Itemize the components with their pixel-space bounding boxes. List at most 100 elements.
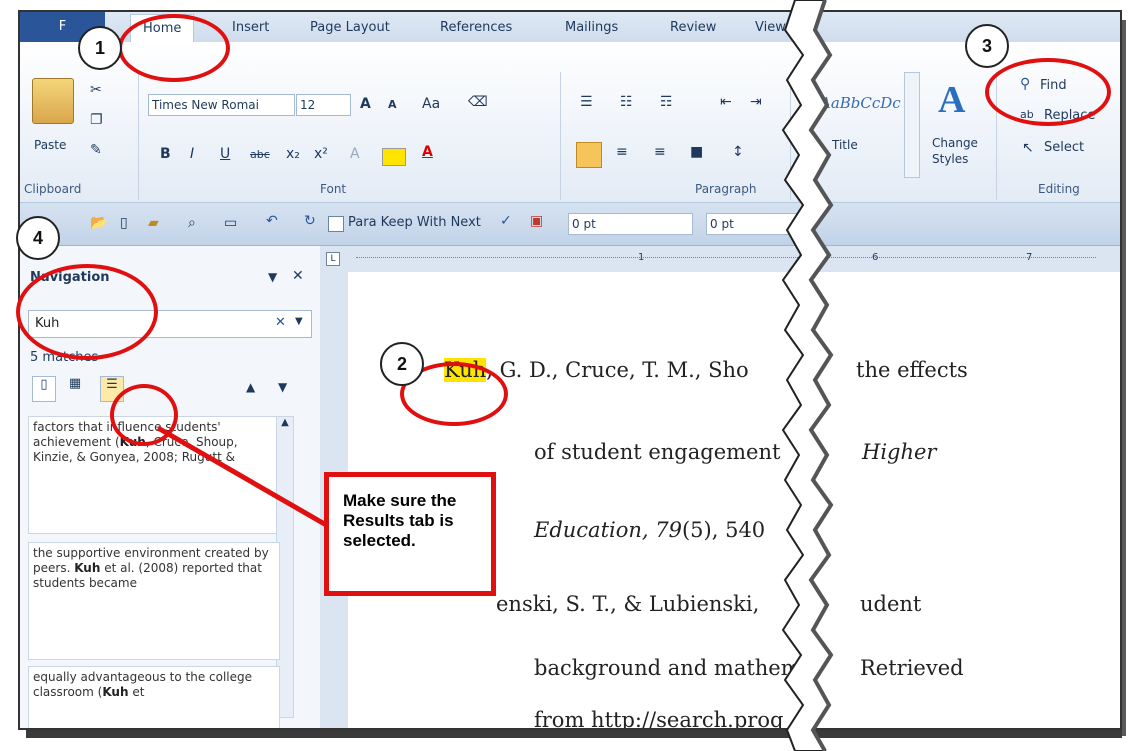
result-match: Kuh xyxy=(102,685,129,699)
bullets-icon[interactable]: ☰ xyxy=(580,94,593,110)
doc-line-right: the effects xyxy=(856,358,968,382)
next-result-icon[interactable]: ▼ xyxy=(278,380,287,394)
callout-number-2: 2 xyxy=(380,342,424,386)
doc-text: (5), 540 xyxy=(681,518,766,542)
open-folder-icon[interactable]: 📂 xyxy=(90,215,107,231)
styles-label[interactable]: Styles xyxy=(932,152,968,166)
result-item[interactable]: equally advantageous to the college clas… xyxy=(28,666,280,728)
doc-line-right: Retrieved xyxy=(860,656,964,680)
paste-icon[interactable] xyxy=(32,78,74,124)
font-size-combo[interactable]: 12 xyxy=(296,94,351,116)
tab-page-layout[interactable]: Page Layout xyxy=(310,12,390,42)
tab-references[interactable]: References xyxy=(440,12,512,42)
numbering-icon[interactable]: ☷ xyxy=(620,94,633,110)
styles-gallery-scroll[interactable] xyxy=(904,72,920,178)
word-window: F Home Insert Page Layout References Mai… xyxy=(18,10,1122,730)
change-case-button[interactable]: Aa xyxy=(422,96,440,112)
strikethrough-icon[interactable]: abc xyxy=(250,148,270,161)
result-match: Kuh xyxy=(74,561,101,575)
italic-icon[interactable]: I xyxy=(190,146,194,162)
pages-tab-icon[interactable]: ▦ xyxy=(64,376,86,400)
navigation-highlight-ring xyxy=(16,264,158,360)
new-document-icon[interactable]: ▯ xyxy=(120,215,128,231)
change-styles-icon[interactable]: A xyxy=(938,78,965,122)
callout-connector xyxy=(156,425,330,529)
align-left-icon[interactable] xyxy=(576,142,602,168)
quick-access-toolbar: 📂 ▯ ▰ ⌕ ▭ ↶ ↻ Para Keep With Next ✓ ▣ 0 … xyxy=(20,203,1120,246)
paragraph-group-label: Paragraph xyxy=(695,182,757,196)
align-center-icon[interactable]: ≡ xyxy=(616,144,628,160)
undo-icon[interactable]: ↶ xyxy=(266,213,278,229)
copy-icon[interactable]: ❐ xyxy=(90,112,103,128)
doc-line: of student engagement xyxy=(534,440,781,464)
cut-icon[interactable]: ✂ xyxy=(90,82,102,98)
spacing-before-field[interactable]: 0 pt xyxy=(568,213,693,235)
superscript-icon[interactable]: x² xyxy=(314,146,328,162)
tab-review[interactable]: Review xyxy=(670,12,716,42)
doc-line-right: udent xyxy=(860,592,922,616)
font-group-label: Font xyxy=(320,182,347,196)
increase-indent-icon[interactable]: ⇥ xyxy=(750,94,762,110)
tab-mailings[interactable]: Mailings xyxy=(565,12,618,42)
grow-font-icon[interactable]: A xyxy=(360,96,371,112)
ruler-mark: 1 xyxy=(638,252,645,263)
result-text: et xyxy=(128,685,145,699)
callout-number-4: 4 xyxy=(16,216,60,260)
doc-line: Education, 79(5), 540 xyxy=(534,518,765,542)
paste-button[interactable]: Paste xyxy=(34,138,66,152)
underline-icon[interactable]: U xyxy=(220,146,230,162)
para-keep-checkbox[interactable] xyxy=(328,216,344,232)
doc-line: background and mathem xyxy=(534,656,801,680)
horizontal-ruler[interactable]: L 1 6 7 xyxy=(320,246,1120,273)
print-preview-icon[interactable]: ⌕ xyxy=(188,215,196,231)
select-icon[interactable]: ↖ xyxy=(1022,140,1034,156)
font-name-combo[interactable]: Times New Romai xyxy=(148,94,295,116)
folder-icon[interactable]: ▰ xyxy=(148,215,159,231)
format-painter-icon[interactable]: ✎ xyxy=(90,142,102,158)
callout-number-3: 3 xyxy=(965,24,1009,68)
editing-group-label: Editing xyxy=(1038,182,1080,196)
decrease-indent-icon[interactable]: ⇤ xyxy=(720,94,732,110)
change-styles-label[interactable]: Change xyxy=(932,136,978,150)
justify-icon[interactable]: ■ xyxy=(690,144,703,160)
text-effects-icon[interactable]: A xyxy=(350,146,360,162)
clear-formatting-icon[interactable]: ⌫ xyxy=(468,94,488,110)
doc-text: , G. D., Cruce, T. M., Sho xyxy=(486,358,749,382)
multilevel-list-icon[interactable]: ☶ xyxy=(660,94,673,110)
clear-search-icon[interactable]: ✕ xyxy=(275,315,286,330)
doc-italic: Education, 79 xyxy=(534,518,682,542)
shrink-font-icon[interactable]: A xyxy=(388,98,397,111)
group-separator xyxy=(138,72,139,200)
tab-insert[interactable]: Insert xyxy=(232,12,269,42)
select-button[interactable]: Select xyxy=(1044,140,1084,155)
align-right-icon[interactable]: ≡ xyxy=(654,144,666,160)
spelling-icon[interactable]: ✓ xyxy=(500,213,512,229)
bold-icon[interactable]: B xyxy=(160,146,171,162)
subscript-icon[interactable]: x₂ xyxy=(286,146,300,162)
group-separator xyxy=(560,72,561,200)
track-changes-icon[interactable]: ▣ xyxy=(530,213,543,229)
paste-special-icon[interactable]: ▭ xyxy=(224,215,237,231)
clipboard-group-label: Clipboard xyxy=(24,182,82,196)
callout-note: Make sure the Results tab is selected. xyxy=(324,472,496,596)
doc-line: enski, S. T., & Lubienski, xyxy=(496,592,760,616)
font-color-icon[interactable]: A xyxy=(422,144,433,160)
doc-line: from http://search.proq xyxy=(534,708,784,730)
highlight-icon[interactable] xyxy=(382,148,406,166)
headings-tab-icon[interactable]: ▯ xyxy=(32,376,56,402)
result-item[interactable]: the supportive environment created by pe… xyxy=(28,542,280,660)
doc-line-right: Higher xyxy=(862,440,937,464)
torn-page-divider xyxy=(781,0,834,751)
ruler-ticks xyxy=(356,257,1096,262)
line-spacing-icon[interactable]: ↕ xyxy=(732,144,744,160)
tab-stop-selector[interactable]: L xyxy=(326,252,340,266)
home-tab-highlight-ring xyxy=(118,14,230,82)
redo-icon[interactable]: ↻ xyxy=(304,213,316,229)
pane-menu-icon[interactable]: ▼ xyxy=(268,270,277,284)
close-icon[interactable]: ✕ xyxy=(292,268,304,284)
para-keep-label: Para Keep With Next xyxy=(348,215,481,230)
ruler-mark: 6 xyxy=(872,252,879,263)
previous-result-icon[interactable]: ▲ xyxy=(246,380,255,394)
search-options-icon[interactable]: ▼ xyxy=(295,316,303,327)
find-highlight-ring xyxy=(985,58,1111,126)
